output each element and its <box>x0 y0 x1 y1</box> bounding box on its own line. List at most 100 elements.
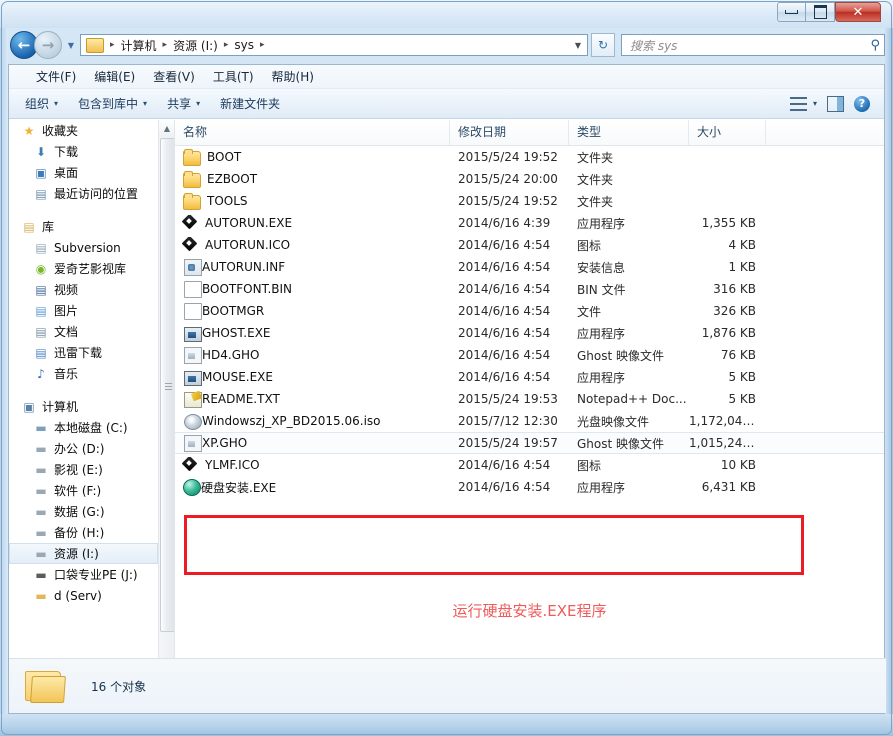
sidebar-item-drive[interactable]: ▬数据 (G:) <box>9 501 158 522</box>
sidebar-group-library[interactable]: ▤库 <box>9 216 158 237</box>
sidebar-item-system-drive[interactable]: ▬本地磁盘 (C:) <box>9 417 158 438</box>
sidebar-item-usb-drive[interactable]: ▬口袋专业PE (J:) <box>9 564 158 585</box>
sidebar-item-label: 本地磁盘 (C:) <box>54 419 128 436</box>
organize-button[interactable]: 组织 ▾ <box>15 91 68 116</box>
cell-date: 2014/6/16 4:54 <box>450 326 569 340</box>
cell-type: Notepad++ Doc... <box>569 392 689 406</box>
maximize-button[interactable] <box>806 2 835 22</box>
cell-type: 图标 <box>569 457 689 474</box>
column-header-date[interactable]: 修改日期 <box>450 120 569 145</box>
breadcrumb[interactable]: ▸ 计算机 ▸ 资源 (I:) ▸ sys ▸ ▼ <box>80 34 588 56</box>
sidebar-item-documents[interactable]: ▤文档 <box>9 321 158 342</box>
breadcrumb-computer[interactable]: 计算机 <box>119 37 159 54</box>
cell-date: 2014/6/16 4:54 <box>450 480 569 494</box>
navigation-pane[interactable]: ★收藏夹⬇下载▣桌面▤最近访问的位置 ▤库▤Subversion◉爱奇艺影视库▤视… <box>9 120 158 678</box>
recent-pages-button[interactable]: ▼ <box>64 41 78 50</box>
file-name-label: 硬盘安装.EXE <box>201 479 276 496</box>
table-row[interactable]: BOOT 2015/5/24 19:52文件夹 <box>175 146 884 168</box>
scroll-up-button[interactable]: ▲ <box>159 120 175 137</box>
table-row[interactable]: BOOTFONT.BIN2014/6/16 4:54BIN 文件316 KB <box>175 278 884 300</box>
sidebar-item-subversion[interactable]: ▤Subversion <box>9 237 158 258</box>
sidebar-item-label: 资源 (I:) <box>54 545 99 562</box>
organize-label: 组织 <box>25 95 49 112</box>
cell-date: 2015/5/24 19:53 <box>450 392 569 406</box>
cell-type: 文件夹 <box>569 149 689 166</box>
sidebar-item-downloads[interactable]: ⬇下载 <box>9 141 158 162</box>
table-row[interactable]: Windowszj_XP_BD2015.06.iso2015/7/12 12:3… <box>175 410 884 432</box>
menu-file[interactable]: 文件(F) <box>27 65 85 88</box>
table-row[interactable]: TOOLS2015/5/24 19:52文件夹 <box>175 190 884 212</box>
drive-icon: ▬ <box>33 525 49 541</box>
table-row[interactable]: README.TXT2015/5/24 19:53Notepad++ Doc..… <box>175 388 884 410</box>
drive-icon: ▬ <box>33 483 49 499</box>
ylmf-diamond-icon <box>183 457 199 473</box>
column-header-name[interactable]: 名称 <box>175 120 450 145</box>
view-list-icon <box>790 97 807 111</box>
setup-info-icon <box>184 259 202 276</box>
include-in-library-button[interactable]: 包含到库中 ▾ <box>68 91 157 116</box>
sidebar-item-label: 迅雷下载 <box>54 344 102 361</box>
table-row[interactable]: AUTORUN.INF2014/6/16 4:54安装信息1 KB <box>175 256 884 278</box>
new-folder-button[interactable]: 新建文件夹 <box>210 91 290 116</box>
sidebar-item-drive[interactable]: ▬软件 (F:) <box>9 480 158 501</box>
address-dropdown-icon[interactable]: ▼ <box>575 41 585 50</box>
cell-size: 1,172,040... <box>689 414 766 428</box>
folder-icon <box>183 151 201 166</box>
share-button[interactable]: 共享 ▾ <box>157 91 210 116</box>
refresh-button[interactable]: ↻ <box>591 33 615 57</box>
table-row[interactable]: EZBOOT2015/5/24 20:00文件夹 <box>175 168 884 190</box>
menu-help[interactable]: 帮助(H) <box>263 65 323 88</box>
search-input[interactable]: 搜索 sys ⚲ <box>621 34 885 56</box>
menu-tools[interactable]: 工具(T) <box>204 65 263 88</box>
subversion-icon: ▤ <box>33 240 49 256</box>
forward-button[interactable]: → <box>34 31 62 59</box>
forward-arrow-icon: → <box>42 36 55 54</box>
table-row[interactable]: 硬盘安装.EXE2014/6/16 4:54应用程序6,431 KB <box>175 476 884 498</box>
file-name-label: AUTORUN.EXE <box>205 216 292 230</box>
sidebar-item-music[interactable]: ♪音乐 <box>9 363 158 384</box>
table-row[interactable]: AUTORUN.EXE2014/6/16 4:39应用程序1,355 KB <box>175 212 884 234</box>
menu-edit[interactable]: 编辑(E) <box>85 65 144 88</box>
sidebar-item-desktop[interactable]: ▣桌面 <box>9 162 158 183</box>
sidebar-group-computer[interactable]: ▣计算机 <box>9 396 158 417</box>
menu-view[interactable]: 查看(V) <box>144 65 204 88</box>
column-header-type[interactable]: 类型 <box>569 120 689 145</box>
sidebar-item-iqiyi[interactable]: ◉爱奇艺影视库 <box>9 258 158 279</box>
sidebar-group-star[interactable]: ★收藏夹 <box>9 120 158 141</box>
table-row[interactable]: HD4.GHO2014/6/16 4:54Ghost 映像文件76 KB <box>175 344 884 366</box>
cell-name: AUTORUN.ICO <box>175 237 450 253</box>
breadcrumb-drive[interactable]: 资源 (I:) <box>171 37 220 54</box>
cell-name: YLMF.ICO <box>175 457 450 473</box>
sidebar-item-recent-places[interactable]: ▤最近访问的位置 <box>9 183 158 204</box>
cell-name: XP.GHO <box>175 434 450 452</box>
table-row[interactable]: AUTORUN.ICO2014/6/16 4:54图标4 KB <box>175 234 884 256</box>
table-row[interactable]: BOOTMGR2014/6/16 4:54文件326 KB <box>175 300 884 322</box>
navigation-scrollbar[interactable]: ▲ ▼ <box>158 120 175 678</box>
sidebar-item-drive[interactable]: ▬影视 (E:) <box>9 459 158 480</box>
sidebar-item-drive[interactable]: ▬备份 (H:) <box>9 522 158 543</box>
table-row[interactable]: MOUSE.EXE2014/6/16 4:54应用程序5 KB <box>175 366 884 388</box>
sidebar-item-videos[interactable]: ▤视频 <box>9 279 158 300</box>
sidebar-item-network-folder[interactable]: ▬d (Serv) <box>9 585 158 606</box>
minimize-button[interactable] <box>777 2 806 22</box>
column-header-size[interactable]: 大小 <box>689 120 766 145</box>
table-row[interactable]: YLMF.ICO2014/6/16 4:54图标10 KB <box>175 454 884 476</box>
file-name-label: BOOT <box>207 150 241 164</box>
table-row[interactable]: GHOST.EXE2014/6/16 4:54应用程序1,876 KB <box>175 322 884 344</box>
cell-type: BIN 文件 <box>569 281 689 298</box>
sidebar-item-thunder-downloads[interactable]: ▤迅雷下载 <box>9 342 158 363</box>
close-button[interactable]: ✕ <box>835 2 881 22</box>
sidebar-item-drive[interactable]: ▬资源 (I:) <box>9 543 158 564</box>
sidebar-item-pictures[interactable]: ▤图片 <box>9 300 158 321</box>
file-list[interactable]: 名称 修改日期 类型 大小 BOOT 2015/5/24 19:52文件夹 EZBO… <box>175 120 884 678</box>
cell-size: 5 KB <box>689 392 766 406</box>
help-icon[interactable]: ? <box>854 96 870 112</box>
table-row[interactable]: XP.GHO2015/5/24 19:57Ghost 映像文件1,015,247… <box>175 432 884 454</box>
sidebar-group-label: 收藏夹 <box>42 122 78 139</box>
preview-pane-icon[interactable] <box>827 96 844 112</box>
file-name-label: TOOLS <box>207 194 248 208</box>
change-view-button[interactable]: ▾ <box>790 97 817 111</box>
sidebar-item-drive[interactable]: ▬办公 (D:) <box>9 438 158 459</box>
cell-date: 2015/5/24 19:52 <box>450 150 569 164</box>
breadcrumb-sys[interactable]: sys <box>232 38 256 52</box>
